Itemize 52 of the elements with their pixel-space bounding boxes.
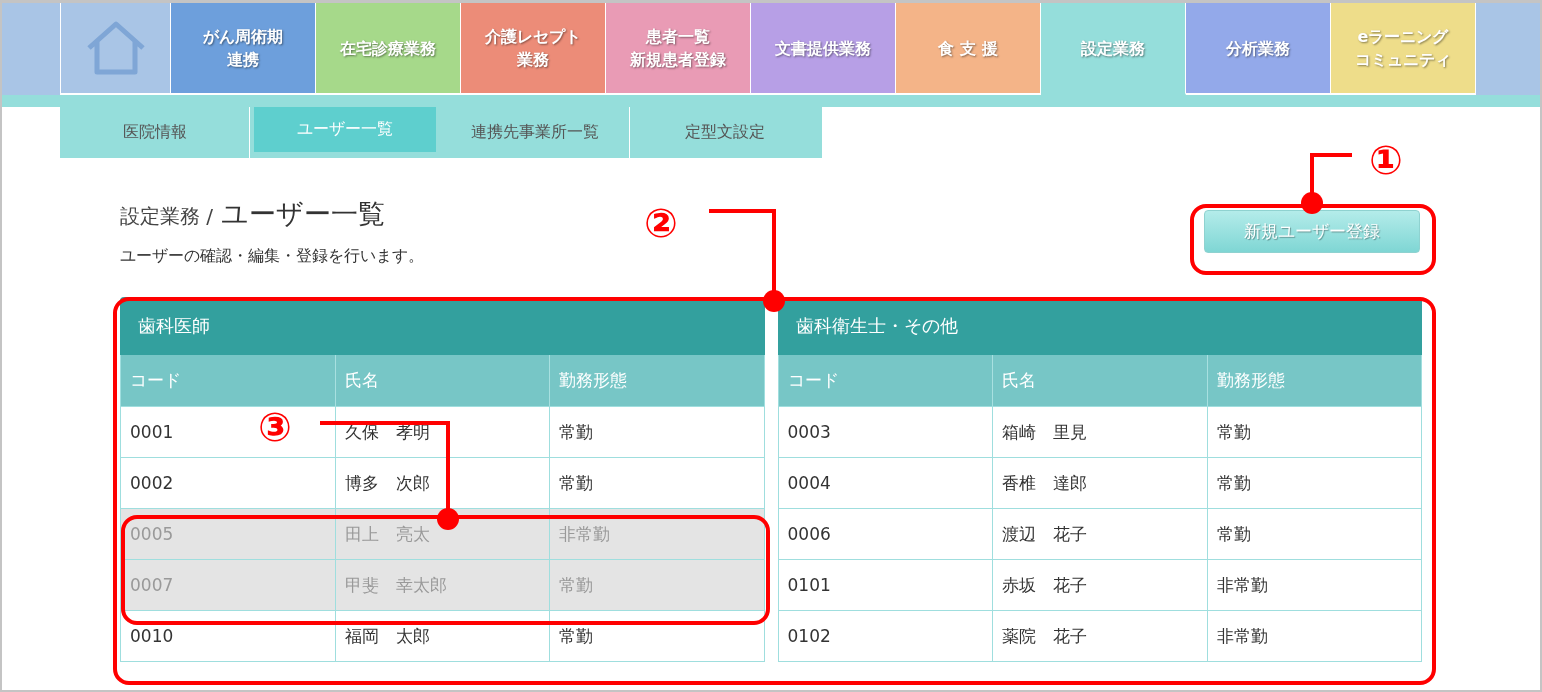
table-cell: 0006 bbox=[777, 509, 992, 559]
table-cell: 非常勤 bbox=[1206, 560, 1422, 610]
table-cell: 常勤 bbox=[549, 407, 765, 457]
nav-tab[interactable]: がん周術期 連携 bbox=[171, 3, 316, 95]
table-cell: 福岡 太郎 bbox=[334, 611, 549, 661]
sub-tab[interactable]: 連携先事業所一覧 bbox=[440, 107, 630, 158]
nav-tab[interactable]: eラーニング コミュニティ bbox=[1331, 3, 1476, 95]
table-cell: 赤坂 花子 bbox=[992, 560, 1207, 610]
table-cell: 渡辺 花子 bbox=[992, 509, 1207, 559]
table-cell: 香椎 達郎 bbox=[992, 458, 1207, 508]
table-cell: 0010 bbox=[120, 611, 335, 661]
table-cell: 箱崎 里見 bbox=[992, 407, 1207, 457]
table-cell: 0101 bbox=[777, 560, 992, 610]
nav-tab[interactable]: 患者一覧 新規患者登録 bbox=[606, 3, 751, 95]
table-cell: 0003 bbox=[777, 407, 992, 457]
sub-tab[interactable]: 医院情報 bbox=[60, 107, 250, 158]
table-cell: 非常勤 bbox=[1206, 611, 1422, 661]
table-cell: 甲斐 幸太郎 bbox=[334, 560, 549, 610]
callout-number: ① bbox=[1369, 136, 1403, 184]
table-cell: 常勤 bbox=[1206, 458, 1422, 508]
nav-tab[interactable]: 介護レセプト 業務 bbox=[461, 3, 606, 95]
table-cell: 0102 bbox=[777, 611, 992, 661]
nav-tab[interactable]: 分析業務 bbox=[1186, 3, 1331, 95]
nav-tab[interactable]: 在宅診療業務 bbox=[316, 3, 461, 95]
callout-number: ② bbox=[644, 199, 678, 247]
column-header: 氏名 bbox=[334, 355, 549, 406]
table-title: 歯科医師 bbox=[120, 297, 765, 355]
column-header: 氏名 bbox=[992, 355, 1207, 406]
table-cell: 0004 bbox=[777, 458, 992, 508]
table-cell: 常勤 bbox=[549, 560, 765, 610]
leader-line bbox=[1301, 153, 1352, 214]
nav-tab[interactable]: 設定業務 bbox=[1041, 3, 1186, 95]
column-header: 勤務形態 bbox=[549, 355, 765, 406]
column-header: コード bbox=[120, 355, 335, 406]
nav-tab[interactable]: 食 支 援 bbox=[896, 3, 1041, 95]
nav-tab[interactable]: 文書提供業務 bbox=[751, 3, 896, 95]
table-cell: 薬院 花子 bbox=[992, 611, 1207, 661]
nav-tab[interactable] bbox=[60, 3, 171, 95]
column-header: コード bbox=[777, 355, 992, 406]
column-header: 勤務形態 bbox=[1206, 355, 1422, 406]
new-user-button[interactable]: 新規ユーザー登録 bbox=[1204, 210, 1420, 253]
breadcrumb: 設定業務 / bbox=[120, 203, 214, 230]
sub-tab[interactable]: 定型文設定 bbox=[630, 107, 820, 158]
sub-tab[interactable]: ユーザー一覧 bbox=[254, 107, 436, 152]
table-cell: 常勤 bbox=[549, 611, 765, 661]
table-cell: 常勤 bbox=[1206, 509, 1422, 559]
callout-number: ③ bbox=[258, 403, 292, 451]
page-title: ユーザー一覧 bbox=[221, 197, 386, 231]
page-description: ユーザーの確認・編集・登録を行います。 bbox=[120, 246, 424, 267]
table-cell: 常勤 bbox=[1206, 407, 1422, 457]
table-cell: 0007 bbox=[120, 560, 335, 610]
table-cell: 久保 孝明 bbox=[334, 407, 549, 457]
